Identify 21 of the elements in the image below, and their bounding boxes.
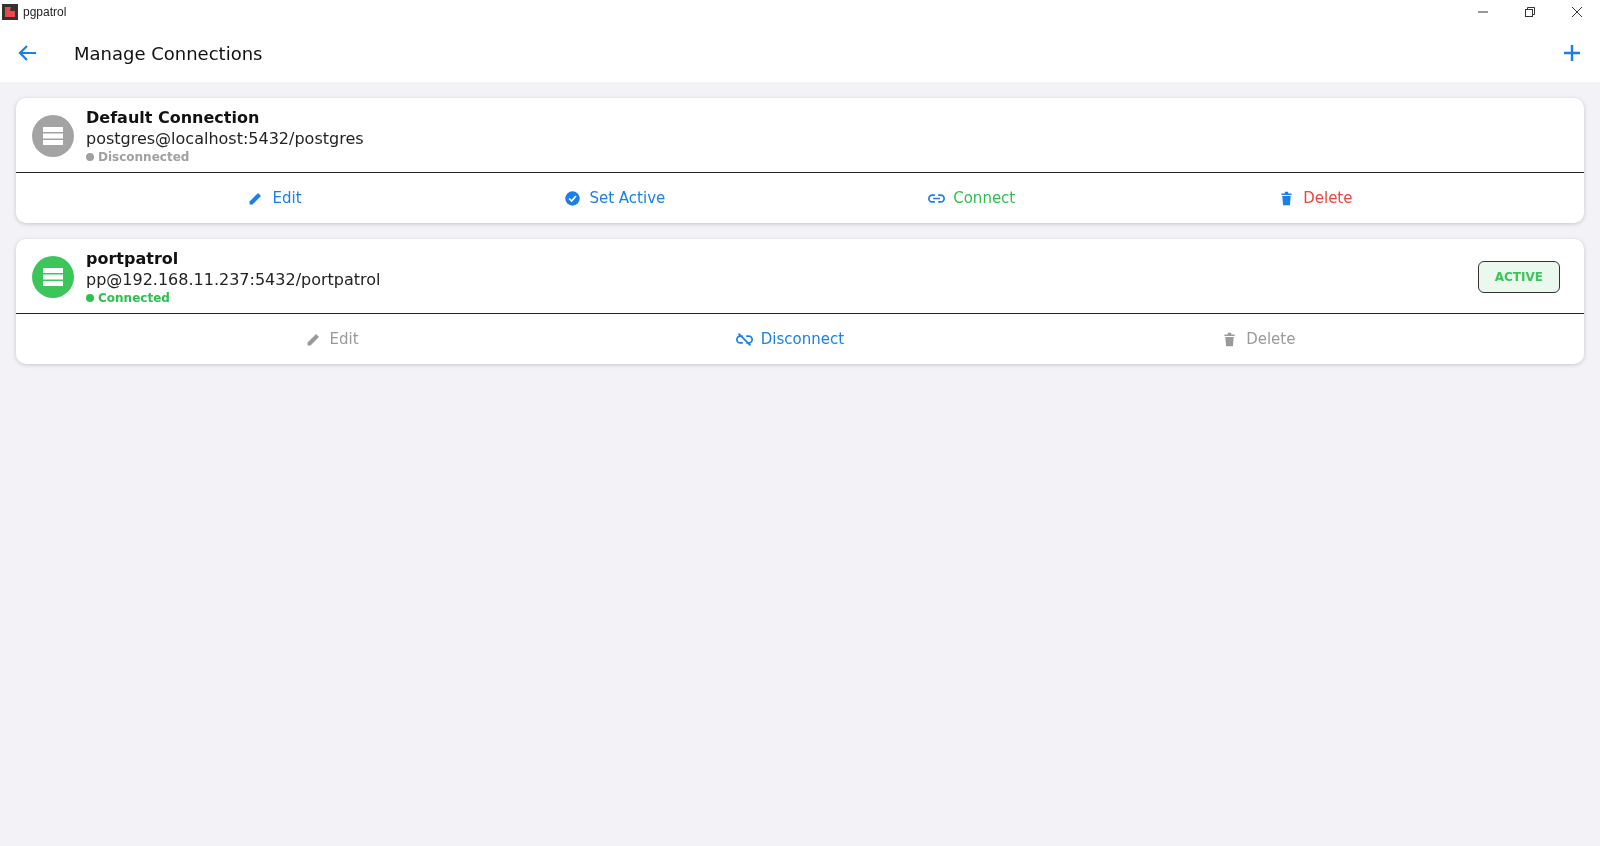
- action-button[interactable]: Disconnect: [729, 326, 851, 352]
- connection-name: portpatrol: [86, 249, 180, 268]
- close-icon[interactable]: [1571, 6, 1583, 18]
- window-title: pgpatrol: [23, 5, 67, 19]
- back-arrow-icon[interactable]: [18, 43, 38, 63]
- action-button[interactable]: Edit: [241, 185, 308, 211]
- connection-status: Disconnected: [86, 150, 364, 164]
- restore-icon[interactable]: [1524, 6, 1536, 18]
- broken-link-icon: [735, 330, 753, 348]
- add-icon[interactable]: [1562, 43, 1582, 63]
- action-button[interactable]: Set Active: [558, 185, 672, 211]
- app-logo-icon: [2, 4, 18, 20]
- check-circle-icon: [564, 189, 582, 207]
- action-button[interactable]: Delete: [1272, 185, 1359, 211]
- connection-status: Connected: [86, 291, 381, 305]
- connection-address: postgres@localhost:5432/postgres: [86, 129, 364, 148]
- connection-address: pp@192.168.11.237:5432/portpatrol: [86, 270, 381, 289]
- active-badge: ACTIVE: [1477, 261, 1560, 293]
- page-title: Manage Connections: [74, 42, 263, 64]
- action-button[interactable]: Connect: [922, 185, 1022, 211]
- connection-name: Default Connection: [86, 108, 261, 127]
